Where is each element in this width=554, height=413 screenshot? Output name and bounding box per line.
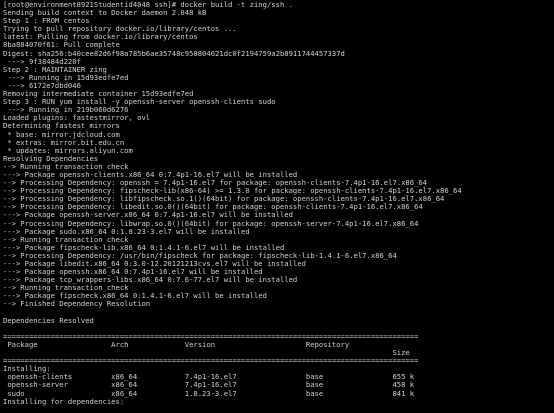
- terminal-line: Step 2 : MAINTAINER zing: [3, 65, 107, 74]
- table-row: openssh-server x86_64 7.4p1-16.el7 base …: [3, 381, 415, 390]
- terminal-line: --> Processing Dependency: libedit.so.0(…: [3, 203, 423, 212]
- terminal-line: Removing intermediate container 15d93edf…: [3, 90, 194, 99]
- terminal-line: * extras: mirror.bit.edu.cn: [3, 138, 125, 147]
- terminal-line: ---> Package sudo.x86_64 0:1.8.23-3.el7 …: [3, 227, 250, 236]
- terminal-line: --> Processing Dependency: openssh = 7.4…: [3, 179, 428, 188]
- terminal-line: Installing:: [3, 365, 51, 374]
- terminal-line: --> Running transaction check: [3, 235, 129, 244]
- terminal-line: Trying to pull repository docker.io/libr…: [3, 25, 237, 34]
- terminal-line: --> Finished Dependency Resolution: [3, 300, 151, 309]
- terminal-line: Loaded plugins: fastestmirror, ovl: [3, 114, 151, 123]
- terminal-line: --> Processing Dependency: fipscheck-lib…: [3, 187, 462, 196]
- terminal-line: --> Processing Dependency: /usr/bin/fips…: [3, 251, 397, 260]
- terminal-line: * updates: mirrors.aliyun.com: [3, 146, 133, 155]
- terminal-line: --> Running transaction check: [3, 284, 129, 293]
- terminal-line: ---> Package fipscheck.x86_64 0:1.4.1-6.…: [3, 292, 267, 301]
- table-header: Size: [3, 349, 410, 358]
- terminal-window[interactable]: [root@environment8921Studentid4048 ssh]#…: [0, 0, 554, 413]
- terminal-line: ---> Package fipscheck-lib.x86_64 0:1.4.…: [3, 243, 285, 252]
- table-separator: ========================================…: [3, 357, 419, 366]
- terminal-line: Dependencies Resolved: [3, 316, 94, 325]
- terminal-line: Resolving Dependencies: [3, 154, 99, 163]
- terminal-line: ---> Package openssh-server.x86_64 0:7.4…: [3, 211, 293, 220]
- terminal-line: ---> 6172e7dbd046: [3, 81, 81, 90]
- terminal-line: 8ba884070f61: Pull complete: [3, 41, 120, 50]
- terminal-line: ---> Package openssh.x86_64 0:7.4p1-16.e…: [3, 268, 263, 277]
- terminal-line: * base: mirror.jdcloud.com: [3, 130, 120, 139]
- terminal-line: ---> Package openssh-clients.x86_64 0:7.…: [3, 170, 298, 179]
- table-header: Package Arch Version Repository: [3, 340, 350, 349]
- terminal-line: Digest: sha256:b40cee82d6f98a785b6ae3574…: [3, 49, 345, 58]
- terminal-line: Determining fastest mirrors: [3, 122, 120, 131]
- terminal-line: Installing for dependencies:: [3, 397, 125, 406]
- table-row: sudo x86_64 1.8.23-3.el7 base 841 k: [3, 389, 415, 398]
- terminal-line: --> Running transaction check: [3, 162, 129, 171]
- terminal-line: ---> 9f38484d220f: [3, 57, 81, 66]
- terminal-line: [root@environment8921Studentid4048 ssh]#…: [3, 1, 293, 9]
- terminal-line: ---> Package tcp_wrappers-libs.x86_64 0:…: [3, 276, 298, 285]
- terminal-line: Step 1 : FROM centos: [3, 17, 90, 26]
- terminal-line: ---> Running in 15d93edfe7ed: [3, 73, 129, 82]
- table-separator: ========================================…: [3, 332, 419, 341]
- terminal-line: --> Processing Dependency: libwrap.so.0(…: [3, 219, 419, 228]
- terminal-line: latest: Pulling from docker.io/library/c…: [3, 33, 198, 42]
- terminal-line: Sending build context to Docker daemon 2…: [3, 9, 207, 18]
- terminal-line: ---> Running in 219b060d6276: [3, 106, 129, 115]
- terminal-line: ---> Package libedit.x86_64 0:3.0-12.201…: [3, 260, 306, 268]
- table-row: openssh-clients x86_64 7.4p1-16.el7 base…: [3, 373, 415, 382]
- terminal-line: Step 3 : RUN yum install -y openssh-serv…: [3, 98, 276, 107]
- terminal-line: --> Processing Dependency: libfipscheck.…: [3, 195, 445, 204]
